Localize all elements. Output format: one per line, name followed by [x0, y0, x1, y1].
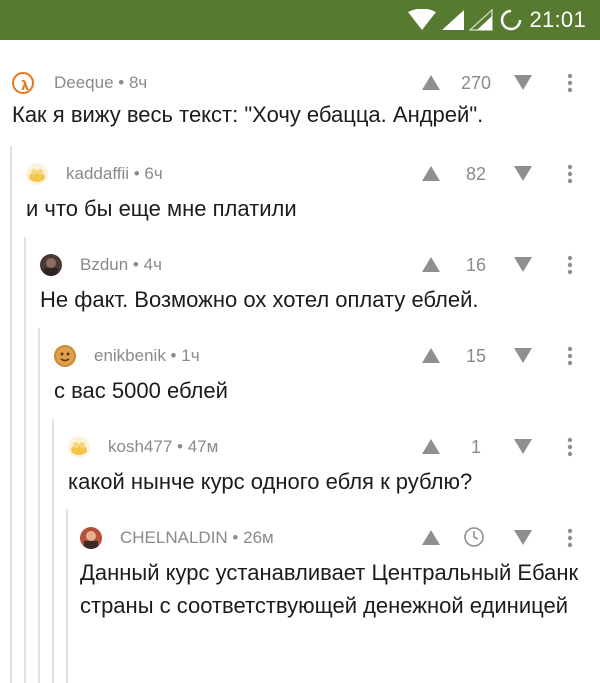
downvote-icon[interactable]	[512, 163, 534, 188]
author-name: kaddaffii	[66, 164, 130, 183]
comment-author[interactable]: enikbenik • 1ч	[94, 346, 200, 366]
comment-header: kosh477 • 47м 1	[68, 434, 600, 462]
comment-age: 6ч	[144, 164, 163, 183]
svg-text:λ: λ	[21, 79, 29, 94]
more-options-icon[interactable]	[566, 163, 574, 190]
more-options-icon[interactable]	[566, 436, 574, 463]
upvote-icon[interactable]	[420, 345, 442, 370]
more-options-icon[interactable]	[566, 527, 574, 554]
more-options-icon[interactable]	[566, 345, 574, 372]
status-time: 21:01	[529, 7, 586, 32]
avatar[interactable]	[54, 345, 76, 367]
avatar[interactable]	[80, 527, 102, 549]
comment-age: 8ч	[128, 73, 148, 92]
comment-age: 4ч	[143, 255, 162, 274]
upvote-icon[interactable]	[420, 254, 442, 279]
comment: λ Deeque • 8ч 270 Как я вижу весь текст:…	[12, 70, 600, 136]
rating: 1	[470, 437, 481, 457]
thread-line	[10, 146, 12, 683]
upvote-icon[interactable]	[420, 163, 442, 188]
signal-secondary-icon	[469, 9, 494, 31]
thread-line	[66, 509, 68, 683]
comment-header: enikbenik • 1ч 15	[54, 343, 600, 371]
comment-header: kaddaffii • 6ч 82	[26, 161, 600, 189]
comment-age: 47м	[187, 437, 219, 456]
downvote-icon[interactable]	[512, 72, 534, 97]
rating: 16	[465, 255, 487, 275]
author-name: Deeque	[54, 73, 114, 92]
more-options-icon[interactable]	[566, 254, 574, 281]
downvote-icon[interactable]	[512, 254, 534, 279]
comment-author[interactable]: Bzdun • 4ч	[80, 255, 162, 275]
comment-author[interactable]: kosh477 • 47м	[108, 437, 218, 457]
upvote-icon[interactable]	[420, 436, 442, 461]
author-name: CHELNALDIN	[120, 528, 228, 547]
downvote-icon[interactable]	[512, 527, 534, 552]
comment-text: Данный курс устанавливает Центральный Еб…	[80, 560, 579, 618]
thread-line	[24, 237, 26, 683]
comment-text: с вас 5000 еблей	[54, 378, 228, 403]
downvote-icon[interactable]	[512, 345, 534, 370]
avatar[interactable]	[26, 163, 48, 185]
rating: 82	[465, 164, 487, 184]
rating: 15	[465, 346, 487, 366]
author-name: Bzdun	[80, 255, 129, 274]
signal-icon	[441, 9, 465, 31]
comment-age: 1ч	[181, 346, 200, 365]
sync-icon	[499, 8, 523, 32]
comment-author[interactable]: Deeque • 8ч	[54, 73, 147, 93]
wifi-icon	[407, 9, 437, 31]
rating: 270	[460, 73, 492, 93]
comment-text: какой нынче курс одного ебля к рублю?	[68, 469, 473, 494]
clock-icon	[463, 526, 485, 553]
more-options-icon[interactable]	[566, 72, 574, 99]
comment-header: λ Deeque • 8ч 270	[12, 70, 600, 98]
upvote-icon[interactable]	[420, 527, 442, 552]
comment: enikbenik • 1ч 15 с вас 5000 еблей	[54, 343, 600, 409]
comment-header: CHELNALDIN • 26м	[80, 525, 600, 553]
comment-text: Как я вижу весь текст: "Хочу ебацца. Анд…	[12, 102, 484, 127]
comment: kosh477 • 47м 1 какой нынче курс одного …	[68, 434, 600, 500]
avatar[interactable]	[68, 436, 90, 458]
downvote-icon[interactable]	[512, 436, 534, 461]
comment-text: Не факт. Возможно ох хотел оплату еблей.	[40, 287, 479, 312]
avatar[interactable]	[40, 254, 62, 276]
comment-age: 26м	[243, 528, 274, 547]
comment: kaddaffii • 6ч 82 и что бы еще мне плати…	[26, 161, 600, 227]
avatar[interactable]: λ	[12, 72, 34, 94]
upvote-icon[interactable]	[420, 72, 442, 97]
author-name: kosh477	[108, 437, 173, 456]
comment: Bzdun • 4ч 16 Не факт. Возможно ох хотел…	[40, 252, 600, 318]
comment-header: Bzdun • 4ч 16	[40, 252, 600, 280]
comment-author[interactable]: CHELNALDIN • 26м	[120, 528, 274, 548]
thread-line	[38, 328, 40, 683]
comment: CHELNALDIN • 26м Данный курс устанавлива…	[80, 525, 600, 675]
comment-author[interactable]: kaddaffii • 6ч	[66, 164, 163, 184]
author-name: enikbenik	[94, 346, 166, 365]
comment-text: и что бы еще мне платили	[26, 196, 297, 221]
status-bar: 21:01	[0, 0, 600, 40]
thread-line	[52, 419, 54, 683]
